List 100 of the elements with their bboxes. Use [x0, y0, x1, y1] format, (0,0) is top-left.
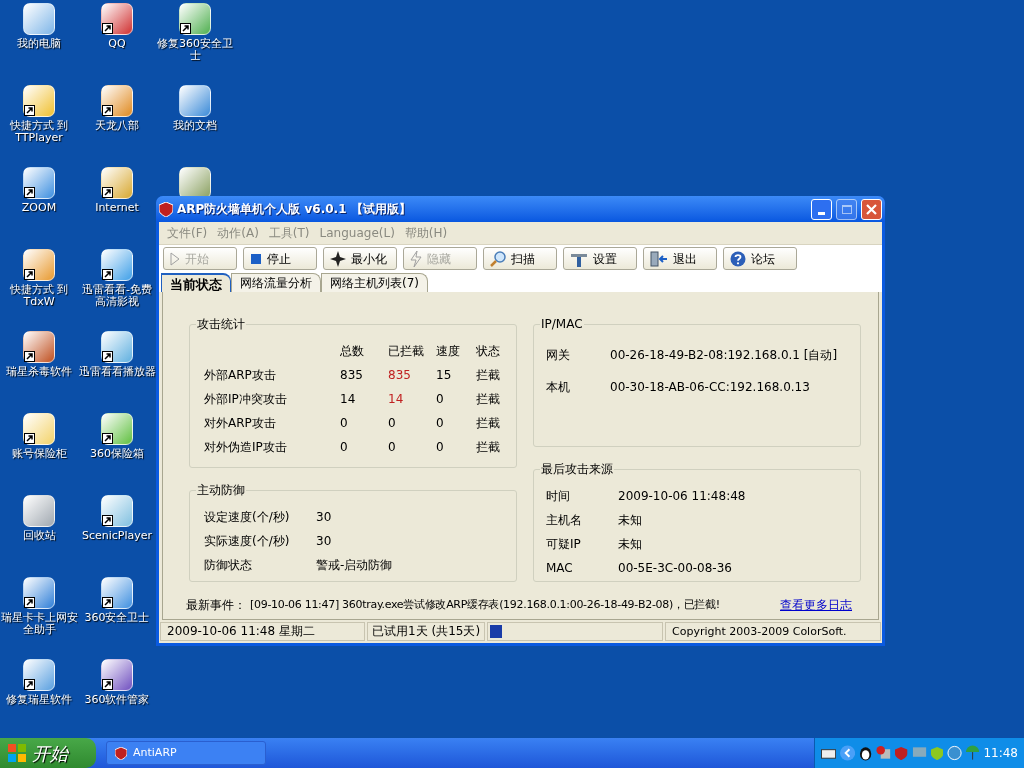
desktop-icon-label[interactable]: Internet	[78, 202, 156, 214]
desktop-icon-label[interactable]: ScenicPlayer	[78, 530, 156, 542]
desktop-icon-label[interactable]: 360软件管家	[78, 694, 156, 706]
table-cell-text: 0	[388, 439, 397, 456]
toolbar-button[interactable]: 停止	[243, 247, 317, 270]
penguin-icon[interactable]	[859, 745, 873, 761]
desktop-icon[interactable]	[101, 331, 133, 363]
umbrella-icon[interactable]	[966, 745, 980, 761]
table-cell-text: 14	[388, 391, 405, 408]
toolbar-button[interactable]: 退出	[643, 247, 717, 270]
column-header: 已拦截	[388, 343, 425, 360]
desktop-icon[interactable]	[101, 249, 133, 281]
shortcut-arrow-icon	[24, 187, 35, 198]
desktop-icon[interactable]	[23, 3, 55, 35]
group-title: 主动防御	[196, 483, 246, 497]
shortcut-arrow-icon	[24, 105, 35, 116]
desktop-icon[interactable]	[23, 659, 55, 691]
table-cell-text: 拦截	[476, 367, 501, 384]
desktop-icon-label[interactable]: 快捷方式 到 TdxW	[0, 284, 78, 308]
help-icon	[730, 250, 746, 267]
desktop-icon-label[interactable]: 回收站	[0, 530, 78, 542]
desktop-icon[interactable]	[101, 577, 133, 609]
desktop-icon[interactable]	[101, 413, 133, 445]
desktop-icon[interactable]	[101, 85, 133, 117]
field-label: 本机	[546, 379, 571, 396]
desktop-icon-label[interactable]: 瑞星杀毒软件	[0, 366, 78, 378]
tab[interactable]: 当前状态	[161, 273, 231, 292]
toolbar-button[interactable]: 设置	[563, 247, 637, 270]
desktop-icon[interactable]	[23, 495, 55, 527]
field-label: 可疑IP	[546, 536, 582, 553]
desktop-icon-label[interactable]: 瑞星卡卡上网安全助手	[0, 612, 78, 636]
close-icon	[866, 203, 877, 215]
log-link[interactable]: 查看更多日志	[780, 596, 852, 614]
desktop-icon-label[interactable]: 修复360安全卫士	[156, 38, 234, 62]
desktop-icon[interactable]	[101, 167, 133, 199]
table-cell-text: 0	[436, 439, 445, 456]
shortcut-arrow-icon	[102, 433, 113, 444]
status-date: 2009-10-06 11:48 星期二	[160, 621, 365, 641]
shortcut-arrow-icon	[102, 515, 113, 526]
desktop-icon-label[interactable]: 快捷方式 到 TTPlayer	[0, 120, 78, 144]
event-label: 最新事件：	[186, 597, 246, 614]
table-cell-text: 外部ARP攻击	[203, 367, 277, 384]
toolbar-button[interactable]: 论坛	[723, 247, 797, 270]
desktop-icon-label[interactable]: 天龙八部	[78, 120, 156, 132]
column-header: 速度	[436, 343, 461, 360]
keyboard-icon[interactable]	[821, 747, 837, 759]
maximize-button[interactable]	[836, 198, 857, 220]
desktop-icon[interactable]	[23, 249, 55, 281]
desktop-icon-label[interactable]: 我的电脑	[0, 38, 78, 50]
toolbar-button[interactable]: 扫描	[483, 247, 557, 270]
minimize-button[interactable]	[811, 198, 832, 220]
desktop-icon-label[interactable]: 360安全卫士	[78, 612, 156, 624]
shortcut-arrow-icon	[24, 351, 35, 362]
shortcut-arrow-icon	[24, 269, 35, 280]
tab[interactable]: 网络主机列表(7)	[321, 273, 428, 292]
field-label: MAC	[546, 560, 574, 577]
toolbar-button[interactable]: 最小化	[323, 247, 397, 270]
start-button[interactable]: 开始	[0, 738, 96, 768]
tab[interactable]: 网络流量分析	[231, 273, 321, 292]
field-value: 00-5E-3C-00-08-36	[618, 560, 733, 577]
field-value: 未知	[618, 512, 643, 529]
lightning-icon	[410, 250, 422, 267]
desktop-icon[interactable]	[23, 413, 55, 445]
desktop-icon[interactable]	[23, 167, 55, 199]
field-value: 警戒-启动防御	[316, 557, 394, 574]
desktop-icon[interactable]	[101, 3, 133, 35]
desktop-icon[interactable]	[179, 85, 211, 117]
desktop-icon[interactable]	[179, 3, 211, 35]
table-cell-text: 0	[340, 439, 349, 456]
desktop-icon-label[interactable]: 账号保险柜	[0, 448, 78, 460]
table-cell-text: 0	[388, 415, 397, 432]
shortcut-arrow-icon	[102, 269, 113, 280]
desktop-icon-label[interactable]: 修复瑞星软件	[0, 694, 78, 706]
table-cell-text: 14	[340, 391, 357, 408]
desktop-icon[interactable]	[23, 85, 55, 117]
desktop-icon-label[interactable]: ZOOM	[0, 202, 78, 214]
field-value: 00-26-18-49-B2-08:192.168.0.1 [自动]	[610, 347, 839, 364]
group-title: 攻击统计	[196, 317, 246, 331]
desktop-icon[interactable]	[23, 577, 55, 609]
desktop-icon-label[interactable]: 360保险箱	[78, 448, 156, 460]
search-icon	[490, 250, 506, 267]
table-cell-text: 拦截	[476, 391, 501, 408]
desktop-icon-label[interactable]: QQ	[78, 38, 156, 50]
clock: 11:48	[983, 745, 1018, 762]
door-arrow-icon	[650, 250, 668, 267]
desktop-icon-label[interactable]: 我的文档	[156, 120, 234, 132]
desktop-icon[interactable]	[23, 331, 55, 363]
field-value: 未知	[618, 536, 643, 553]
desktop-icon[interactable]	[101, 659, 133, 691]
desktop-icon-label[interactable]: 迅雷看看播放器	[78, 366, 156, 378]
table-cell-text: 对外伪造IP攻击	[203, 439, 288, 456]
desktop-icon-label[interactable]: 迅雷看看-免费高清影视	[78, 284, 156, 308]
shortcut-arrow-icon	[102, 679, 113, 690]
close-button[interactable]	[861, 198, 882, 220]
table-cell-text: 0	[436, 391, 445, 408]
field-label: 主机名	[546, 512, 583, 529]
field-label: 实际速度(个/秒)	[203, 533, 291, 550]
desktop-icon[interactable]	[101, 495, 133, 527]
table-cell-text: 外部IP冲突攻击	[203, 391, 288, 408]
taskbar-button[interactable]: AntiARP	[106, 741, 266, 765]
